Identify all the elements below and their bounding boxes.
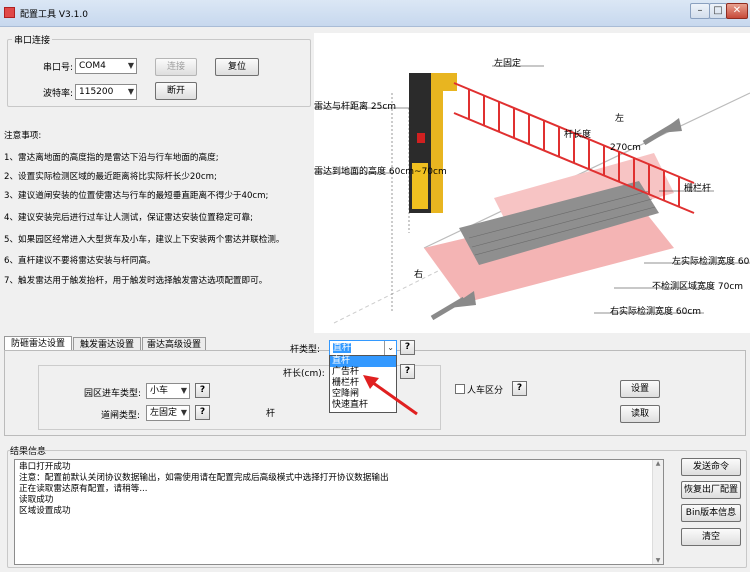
note-item: 2、设置实际检测区域的最近距离将比实际杆长少20cm; [4,172,217,182]
pole-type-select[interactable]: 直杆 ⌄ [329,340,397,356]
label-left-detect-width: 左实际检测宽度 60c [672,257,750,267]
send-command-button[interactable]: 发送命令 [681,458,741,476]
person-car-label: 人车区分 [467,386,504,396]
serial-group-title: 串口连接 [14,36,51,46]
chevron-down-icon: ▼ [180,386,187,395]
log-line: 区域设置成功 [19,506,71,516]
app-icon [4,7,15,18]
label-length-270: 270cm [610,143,641,153]
pole-type-help-icon[interactable]: ? [400,340,415,355]
chevron-down-icon: ▼ [127,61,134,70]
gate-type-select[interactable]: 左固定 ▼ [146,405,190,421]
log-scrollbar[interactable]: ▲ ▼ [652,460,663,564]
note-item: 3、建议道闸安装的位置使雷达与行车的最短垂直距离不得少于40cm; [4,191,269,201]
dropdown-option[interactable]: 直杆 [330,356,396,367]
clear-button[interactable]: 清空 [681,528,741,546]
note-item: 5、如果园区经常进入大型货车及小车，建议上下安装两个雷达并联检测。 [4,235,285,245]
person-car-checkbox[interactable] [455,384,465,394]
log-line: 正在读取雷达原有配置，请稍等... [19,484,148,494]
chevron-down-icon: ▼ [127,87,134,96]
park-vehicle-select[interactable]: 小车 ▼ [146,383,190,399]
reset-button[interactable]: 复位 [215,58,259,76]
tab-advanced[interactable]: 雷达高级设置 [142,337,206,351]
park-vehicle-help-icon[interactable]: ? [195,383,210,398]
baud-select[interactable]: 115200 ▼ [75,84,137,100]
label-left-fixed: 左固定 [494,59,522,69]
annotation-arrow-icon [363,375,418,416]
note-item: 4、建议安装完后进行过车让人测试，保证雷达安装位置稳定可靠; [4,213,253,223]
label-left-mark: 左 [615,114,625,124]
note-item: 1、雷达离地面的高度指的是雷达下沿与行车地面的高度; [4,153,219,163]
set-button[interactable]: 设置 [620,380,660,398]
label-radar-height: 雷达到地面的高度 60cm~70cm [314,167,447,177]
minimize-icon[interactable]: – [690,3,710,19]
label-no-detect-width: 不检测区域宽度 70cm [652,282,744,292]
bin-version-button[interactable]: Bin版本信息 [681,504,741,522]
maximize-icon[interactable]: □ [709,3,727,19]
baud-label: 波特率: [43,89,74,99]
window-title: 配置工具 V3.1.0 [20,10,88,20]
port-select[interactable]: COM4 ▼ [75,58,137,74]
read-button[interactable]: 读取 [620,405,660,423]
note-item: 7、触发雷达用于触发抬杆，用于触发时选择触发雷达选项配置即可。 [4,276,268,286]
label-right-detect-width: 右实际检测宽度 60cm [610,307,702,317]
tab-trigger[interactable]: 触发雷达设置 [73,337,141,351]
pole-length-label: 杆长(cm): [283,369,325,379]
tab-anti-smash[interactable]: 防砸雷达设置 [4,336,72,351]
chevron-down-icon: ⌄ [384,341,394,355]
gate-type-help-icon[interactable]: ? [195,405,210,420]
park-vehicle-label: 园区进车类型: [84,389,142,399]
log-line: 串口打开成功 [19,462,71,472]
person-car-help-icon[interactable]: ? [512,381,527,396]
label-pole-length: 杆长度 [564,130,592,140]
disconnect-button[interactable]: 断开 [155,82,197,100]
label-fence-pole: 栅栏杆 [684,184,712,194]
title-bar: 配置工具 V3.1.0 – □ ✕ [0,0,750,27]
gate-type-label: 道闸类型: [101,411,141,421]
close-icon[interactable]: ✕ [726,3,748,19]
pole-type-label: 杆类型: [290,345,321,355]
factory-reset-button[interactable]: 恢复出厂配置 [681,481,741,499]
installation-diagram: 左固定 雷达与杆距离 25cm 杆长度 左 270cm 雷达到地面的高度 60c… [314,33,750,333]
port-label: 串口号: [43,63,74,73]
connect-button[interactable]: 连接 [155,58,197,76]
notes-header: 注意事项: [4,131,42,141]
result-log[interactable]: 串口打开成功 注意：配置前默认关闭协议数据输出，如需使用请在配置完成后高级模式中… [14,459,664,565]
gate-extra-label: 杆 [266,409,276,419]
chevron-down-icon: ▼ [180,408,187,417]
note-item: 6、直杆建议不要将雷达安装与杆同高。 [4,256,156,266]
label-right-mark: 右 [414,270,424,280]
log-line: 注意：配置前默认关闭协议数据输出，如需使用请在配置完成后高级模式中选择打开协议数… [19,473,389,483]
log-line: 读取成功 [19,495,54,505]
label-radar-to-pole: 雷达与杆距离 25cm [314,102,397,112]
